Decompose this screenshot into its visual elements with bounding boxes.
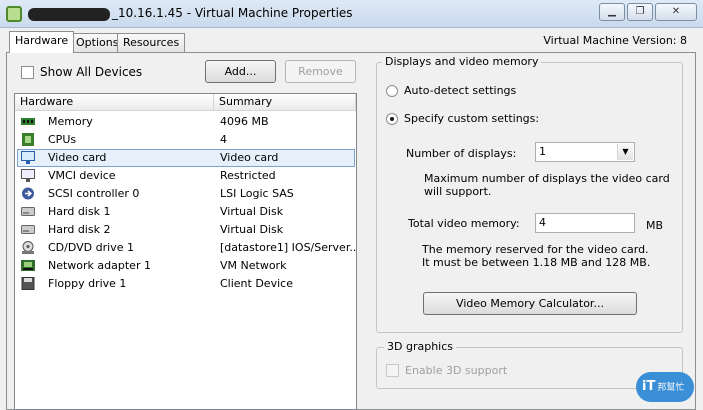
minimize-button[interactable]: ▁: [599, 3, 625, 21]
3d-graphics-title: 3D graphics: [384, 340, 456, 353]
enable-3d-support-label: Enable 3D support: [405, 364, 508, 377]
device-name: Memory: [48, 115, 93, 128]
maximize-button[interactable]: ❐: [627, 3, 653, 21]
device-summary: 4: [220, 133, 227, 146]
ithome-watermark-logo: iT 邦幫忙: [636, 372, 694, 402]
cd-drive-icon: [22, 241, 34, 254]
device-summary: LSI Logic SAS: [220, 187, 294, 200]
harddisk-icon: [21, 225, 35, 234]
scsi-icon: [22, 187, 34, 200]
displays-note-line-2: will support.: [424, 185, 492, 198]
device-summary: Restricted: [220, 169, 276, 182]
custom-settings-label: Specify custom settings:: [404, 112, 540, 125]
device-summary: Video card: [220, 151, 279, 164]
watermark-sub-text: 邦幫忙: [657, 383, 685, 393]
tab-resources[interactable]: Resources: [117, 33, 186, 52]
device-row-vmci[interactable]: VMCI device Restricted: [15, 167, 356, 185]
auto-detect-label: Auto-detect settings: [404, 84, 517, 97]
device-name: Hard disk 2: [48, 223, 111, 236]
number-of-displays-select[interactable]: 1 ▼: [535, 142, 635, 162]
memory-note-line-2: It must be between 1.18 MB and 128 MB.: [422, 256, 651, 269]
device-name: SCSI controller 0: [48, 187, 140, 200]
network-adapter-icon: [21, 260, 35, 271]
device-summary: Client Device: [220, 277, 293, 290]
number-of-displays-label: Number of displays:: [406, 147, 517, 160]
column-header-summary[interactable]: Summary: [214, 94, 356, 111]
auto-detect-radio[interactable]: [386, 85, 398, 97]
device-summary: VM Network: [220, 259, 287, 272]
cpu-icon: [22, 133, 34, 146]
device-summary: Virtual Disk: [220, 205, 284, 218]
device-name: Video card: [48, 151, 107, 164]
add-device-button[interactable]: Add...: [205, 60, 276, 83]
device-row-scsi[interactable]: SCSI controller 0 LSI Logic SAS: [15, 185, 356, 203]
harddisk-icon: [21, 207, 35, 216]
show-all-devices-checkbox[interactable]: [21, 66, 34, 79]
show-all-devices-label: Show All Devices: [40, 65, 143, 79]
memory-icon: [21, 118, 35, 125]
device-name: Hard disk 1: [48, 205, 111, 218]
device-name: Network adapter 1: [48, 259, 151, 272]
watermark-main-text: iT: [642, 379, 656, 394]
device-table-header: Hardware Summary: [15, 94, 356, 111]
displays-video-memory-title: Displays and video memory: [382, 55, 542, 68]
device-row-video-card[interactable]: Video card Video card: [15, 149, 356, 167]
tab-hardware[interactable]: Hardware: [9, 31, 75, 53]
custom-settings-radio[interactable]: [386, 113, 398, 125]
remove-device-button[interactable]: Remove: [285, 60, 356, 83]
device-summary: 4096 MB: [220, 115, 269, 128]
window-title: _10.16.1.45 - Virtual Machine Properties: [112, 6, 353, 20]
monitor-icon: [21, 151, 35, 164]
device-summary: Virtual Disk: [220, 223, 284, 236]
device-name: VMCI device: [48, 169, 116, 182]
device-row-floppy[interactable]: Floppy drive 1 Client Device: [15, 275, 356, 293]
vm-version-label: Virtual Machine Version: 8: [543, 34, 687, 47]
device-row-cd-dvd[interactable]: CD/DVD drive 1 [datastore1] IOS/Server..…: [15, 239, 356, 257]
chevron-down-icon[interactable]: ▼: [617, 144, 633, 160]
device-name: CD/DVD drive 1: [48, 241, 134, 254]
device-row-cpus[interactable]: CPUs 4: [15, 131, 356, 149]
redacted-hostname: [28, 8, 110, 21]
video-memory-calculator-button[interactable]: Video Memory Calculator...: [423, 292, 637, 315]
vsphere-app-icon: [6, 6, 22, 22]
device-name: CPUs: [48, 133, 77, 146]
floppy-icon: [21, 277, 35, 290]
vmci-icon: [21, 169, 35, 182]
device-row-memory[interactable]: Memory 4096 MB: [15, 113, 356, 131]
displays-note-line-1: Maximum number of displays the video car…: [424, 172, 670, 185]
window-titlebar: _10.16.1.45 - Virtual Machine Properties…: [0, 0, 703, 28]
number-of-displays-value: 1: [539, 145, 546, 158]
total-video-memory-label: Total video memory:: [408, 217, 520, 230]
device-table: Hardware Summary Memory 4096 MB CPUs 4 V…: [14, 93, 357, 410]
device-row-hard-disk-2[interactable]: Hard disk 2 Virtual Disk: [15, 221, 356, 239]
video-memory-unit: MB: [646, 219, 664, 232]
device-summary: [datastore1] IOS/Server...: [220, 241, 357, 254]
device-row-hard-disk-1[interactable]: Hard disk 1 Virtual Disk: [15, 203, 356, 221]
close-button[interactable]: ✕: [655, 3, 697, 21]
column-header-hardware[interactable]: Hardware: [15, 94, 214, 111]
enable-3d-support-checkbox[interactable]: [386, 364, 399, 377]
memory-note-line-1: The memory reserved for the video card.: [422, 243, 649, 256]
device-name: Floppy drive 1: [48, 277, 127, 290]
total-video-memory-input[interactable]: 4: [535, 213, 635, 233]
device-row-network-adapter[interactable]: Network adapter 1 VM Network: [15, 257, 356, 275]
